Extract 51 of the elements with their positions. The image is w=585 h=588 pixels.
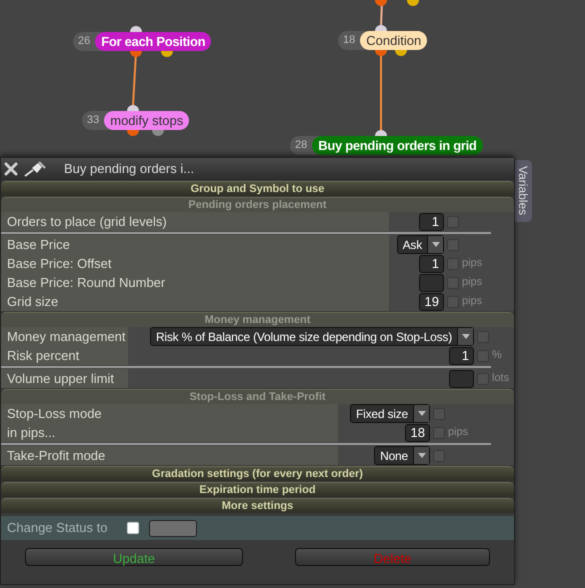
number-field[interactable]: 1 xyxy=(419,212,444,230)
unit-label: % xyxy=(492,349,502,362)
close-icon[interactable] xyxy=(4,162,18,176)
caret-icon xyxy=(432,242,440,247)
number-field[interactable]: 1 xyxy=(449,346,474,364)
status-field[interactable] xyxy=(149,520,198,536)
panel-title: Buy pending orders i... xyxy=(64,160,194,178)
unit-label: pips xyxy=(448,426,468,438)
dropdown[interactable]: Ask xyxy=(396,235,444,254)
dropdown[interactable]: None xyxy=(374,446,430,465)
field-label: Risk percent xyxy=(7,346,80,365)
unit-label: pips xyxy=(462,257,482,270)
side-tab[interactable]: Variables xyxy=(514,160,532,222)
caret-icon xyxy=(418,453,426,458)
caret-icon xyxy=(462,334,470,339)
node-number: 33 xyxy=(86,113,100,128)
number-field[interactable]: 18 xyxy=(405,424,430,442)
field-label: Volume upper limit xyxy=(7,370,114,388)
unit-label: pips xyxy=(462,295,482,308)
field-label: Money management xyxy=(7,328,126,346)
field-label: Orders to place (grid levels) xyxy=(7,212,167,231)
node-label[interactable]: modify stops xyxy=(104,111,190,130)
node-number: 18 xyxy=(342,33,356,48)
field-label: Base Price xyxy=(7,236,70,254)
number-field[interactable]: 19 xyxy=(419,292,444,310)
dropdown[interactable]: Risk % of Balance (Volume size depending on Stop-Loss) xyxy=(150,327,474,346)
pin-icon[interactable] xyxy=(24,161,46,177)
unit-label: pips xyxy=(462,276,482,288)
section-header[interactable]: Expiration time period xyxy=(1,482,514,497)
section-header[interactable]: Group and Symbol to use xyxy=(1,181,514,196)
field-label: Take-Profit mode xyxy=(7,446,106,465)
field-label: Stop-Loss mode xyxy=(7,404,102,423)
number-field[interactable] xyxy=(449,370,474,388)
status-label: Change Status to xyxy=(7,519,108,538)
caret-icon xyxy=(418,411,426,416)
node-label[interactable]: Buy pending orders in grid xyxy=(312,136,483,155)
dropdown[interactable]: Fixed size xyxy=(350,404,430,423)
field-label: Grid size xyxy=(7,292,58,311)
node-label[interactable]: For each Position xyxy=(95,32,212,51)
field-label: in pips... xyxy=(7,424,56,442)
node-number: 26 xyxy=(77,34,92,50)
node-number: 28 xyxy=(294,138,308,154)
number-field[interactable] xyxy=(419,274,444,292)
node-label[interactable]: Condition xyxy=(360,31,428,50)
unit-label: lots xyxy=(492,372,510,384)
action-button[interactable]: Update xyxy=(25,548,243,566)
number-field[interactable]: 1 xyxy=(419,254,444,272)
section-header[interactable]: Gradation settings (for every next order) xyxy=(1,466,514,481)
field-label: Base Price: Round Number xyxy=(7,274,166,292)
section-header[interactable]: More settings xyxy=(1,498,514,513)
field-label: Base Price: Offset xyxy=(7,254,112,273)
